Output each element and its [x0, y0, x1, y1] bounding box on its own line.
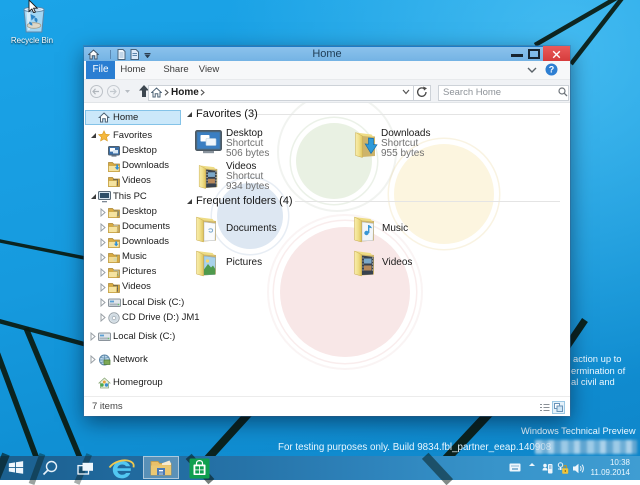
- svg-text:?: ?: [549, 65, 555, 75]
